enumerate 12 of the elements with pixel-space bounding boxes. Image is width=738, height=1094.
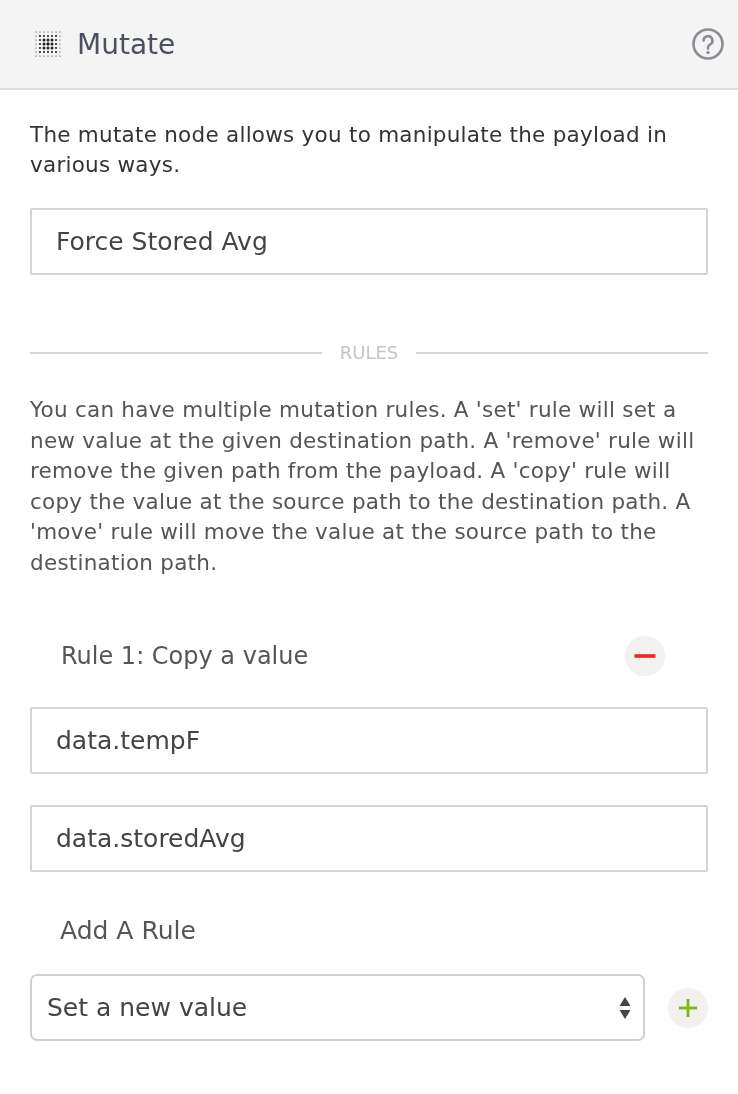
rule-type-select[interactable]: Set a new value — [30, 974, 645, 1041]
add-rule-label: Add A Rule — [60, 915, 196, 947]
help-icon[interactable] — [692, 28, 724, 60]
path-field[interactable]: data.storedAvg — [30, 805, 708, 872]
section-label: RULES — [339, 341, 399, 365]
panel-title: Mutate — [77, 27, 176, 61]
caret-icon — [619, 995, 631, 1020]
rule-title: Rule 1: Copy a value — [61, 642, 309, 670]
node-description: The mutate node allows you to manipulate the payload in various ways. — [30, 121, 669, 179]
path-field[interactable]: data.tempF — [30, 707, 708, 774]
rules-description: You can have multiple mutation rules. A 'set' rule will set a new value at the given destination path. A 'remove' rule will remove the given path from the payload. A 'copy' rule will copy the value at the source path to the destination path. A 'move' rule will move the value at the source path to the destination path. — [30, 396, 696, 577]
node-name-field[interactable]: Force Stored Avg — [30, 208, 708, 275]
